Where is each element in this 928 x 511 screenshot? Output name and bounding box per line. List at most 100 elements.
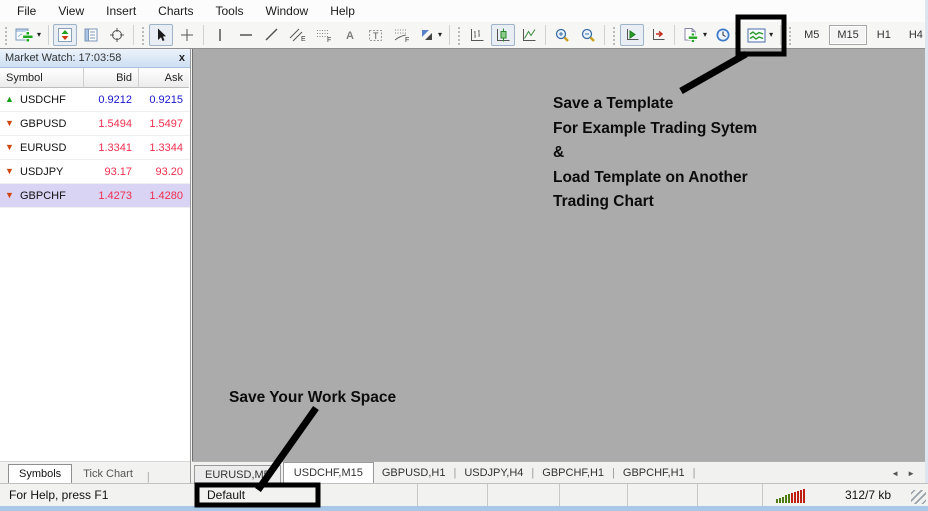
chart-tab-gbpchf-h1[interactable]: GBPCHF,H1 [534, 463, 612, 483]
toolbar-grip[interactable] [3, 25, 8, 45]
toolbar-separator [449, 25, 450, 45]
toolbar-grip[interactable] [787, 25, 792, 45]
periods-button[interactable]: ▾ [712, 24, 742, 46]
menu-tools[interactable]: Tools [205, 1, 255, 21]
market-watch-row-gbpusd[interactable]: ▼GBPUSD1.54941.5497 [0, 112, 190, 136]
toolbar-separator [780, 25, 781, 45]
price-down-arrow-icon: ▼ [5, 167, 15, 176]
templates-button[interactable]: ▾ [744, 24, 776, 46]
column-header-symbol[interactable]: Symbol [0, 68, 84, 88]
bid-value: 1.4273 [84, 190, 139, 202]
traffic-counter: 312/7 kb [845, 488, 891, 502]
chart-shift-button[interactable] [646, 24, 670, 46]
template-annotation-text: Save a TemplateFor Example Trading Sytem… [553, 92, 757, 215]
arrows-button[interactable]: ▾ [416, 24, 445, 46]
chart-tab-eurusd-m5[interactable]: EURUSD,M5 [194, 465, 281, 483]
equidistant-channel-button[interactable]: E [286, 24, 310, 46]
ask-value: 1.5497 [139, 118, 189, 130]
svg-text:E: E [301, 36, 306, 43]
market-watch-titlebar: Market Watch: 17:03:58 x [0, 49, 190, 68]
column-header-ask[interactable]: Ask [139, 68, 189, 88]
text-label-button[interactable]: T [364, 24, 388, 46]
tab-tick-chart[interactable]: Tick Chart [72, 464, 144, 483]
market-watch-icon [57, 27, 73, 43]
toolbar-separator [133, 25, 134, 45]
candlestick-chart-button[interactable] [491, 24, 515, 46]
trendline-button[interactable] [260, 24, 284, 46]
menu-insert[interactable]: Insert [95, 1, 147, 21]
price-up-arrow-icon: ▲ [5, 95, 15, 104]
ask-value: 1.4280 [139, 190, 189, 202]
fibonacci-fan-icon: F [393, 27, 411, 43]
dropdown-arrow-icon: ▾ [37, 31, 41, 39]
chart-tab-gbpusd-h1[interactable]: GBPUSD,H1 [374, 463, 454, 483]
bid-value: 93.17 [84, 166, 139, 178]
cursor-button[interactable] [149, 24, 173, 46]
status-profile-name[interactable]: Default [196, 484, 418, 506]
new-order-button[interactable]: ▾ [679, 24, 710, 46]
symbol-cell: ▼GBPUSD [0, 118, 84, 130]
menu-help[interactable]: Help [319, 1, 366, 21]
market-watch-row-usdjpy[interactable]: ▼USDJPY93.1793.20 [0, 160, 190, 184]
data-window-button[interactable] [105, 24, 129, 46]
status-pane-empty [628, 484, 698, 506]
status-pane-empty [488, 484, 560, 506]
column-header-bid[interactable]: Bid [84, 68, 139, 88]
zoom-out-button[interactable] [576, 24, 600, 46]
toolbar-separator [674, 25, 675, 45]
new-chart-button[interactable]: ▾ [12, 24, 44, 46]
fibonacci-fan-button[interactable]: F [390, 24, 414, 46]
svg-text:F: F [405, 37, 409, 43]
horizontal-line-icon [238, 27, 254, 43]
symbol-label: EURUSD [20, 142, 66, 154]
line-chart-icon [520, 27, 538, 43]
scroll-right-button[interactable]: ► [907, 469, 915, 478]
horizontal-line-button[interactable] [234, 24, 258, 46]
price-down-arrow-icon: ▼ [5, 143, 15, 152]
scroll-left-button[interactable]: ◄ [891, 469, 899, 478]
market-watch-row-gbpchf[interactable]: ▼GBPCHF1.42731.4280 [0, 184, 190, 208]
resize-grip-icon[interactable] [911, 490, 926, 504]
toolbar: ▾EFATF▾▾▾▾M5M15H1H4 [0, 22, 928, 49]
timeframe-m5[interactable]: M5 [796, 25, 827, 45]
menu-file[interactable]: File [6, 1, 47, 21]
new-chart-icon [15, 27, 34, 43]
bar-chart-icon [468, 27, 486, 43]
timeframe-h1[interactable]: H1 [869, 25, 899, 45]
line-chart-button[interactable] [517, 24, 541, 46]
dropdown-arrow-icon: ▾ [735, 31, 739, 39]
vertical-line-button[interactable] [208, 24, 232, 46]
dropdown-arrow-icon: ▾ [438, 31, 442, 39]
tab-symbols[interactable]: Symbols [8, 464, 72, 483]
chart-tab-usdjpy-h4[interactable]: USDJPY,H4 [456, 463, 531, 483]
zoom-in-button[interactable] [550, 24, 574, 46]
market-watch-button[interactable] [53, 24, 77, 46]
text-label-icon: T [367, 27, 385, 43]
toolbar-grip[interactable] [456, 25, 461, 45]
market-watch-header: SymbolBidAsk [0, 68, 190, 88]
fibonacci-retracement-button[interactable]: F [312, 24, 336, 46]
mt4-window: FileViewInsertChartsToolsWindowHelp ▾EFA… [0, 0, 928, 511]
toolbar-grip[interactable] [140, 25, 145, 45]
arrows-icon [419, 27, 435, 43]
text-button[interactable]: A [338, 24, 362, 46]
navigator-button[interactable] [79, 24, 103, 46]
menu-charts[interactable]: Charts [147, 1, 204, 21]
toolbar-separator [604, 25, 605, 45]
auto-scroll-button[interactable] [620, 24, 644, 46]
symbol-cell: ▼USDJPY [0, 166, 84, 178]
chart-tab-usdchf-m15[interactable]: USDCHF,M15 [283, 462, 374, 483]
bar-chart-button[interactable] [465, 24, 489, 46]
market-watch-row-eurusd[interactable]: ▼EURUSD1.33411.3344 [0, 136, 190, 160]
crosshair-button[interactable] [175, 24, 199, 46]
timeframe-h4[interactable]: H4 [901, 25, 928, 45]
close-icon[interactable]: x [179, 52, 185, 64]
chart-tab-gbpchf-h1[interactable]: GBPCHF,H1 [615, 463, 693, 483]
cursor-icon [153, 27, 169, 43]
market-watch-row-usdchf[interactable]: ▲USDCHF0.92120.9215 [0, 88, 190, 112]
menu-view[interactable]: View [47, 1, 95, 21]
toolbar-grip[interactable] [611, 25, 616, 45]
signal-meter-icon [776, 488, 805, 503]
timeframe-m15[interactable]: M15 [829, 25, 866, 45]
menu-window[interactable]: Window [255, 1, 320, 21]
